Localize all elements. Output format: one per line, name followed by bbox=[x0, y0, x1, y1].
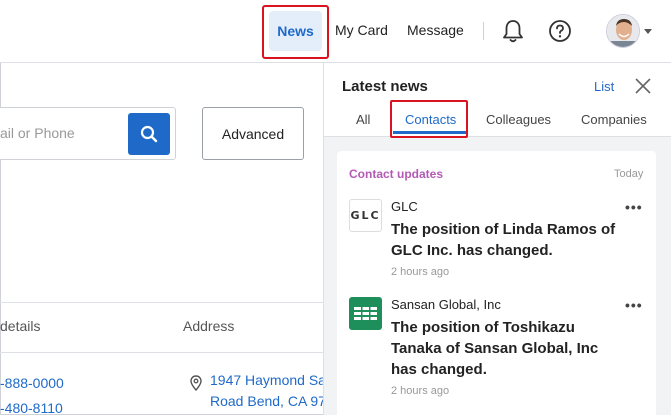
company-name[interactable]: GLC bbox=[391, 199, 418, 214]
location-pin-icon bbox=[190, 375, 202, 391]
nav-my-card[interactable]: My Card bbox=[335, 22, 388, 38]
advanced-search-button[interactable]: Advanced bbox=[202, 107, 304, 160]
tab-all[interactable]: All bbox=[356, 112, 370, 127]
contact-updates-card: Contact updates Today GLC GLC ••• The po… bbox=[337, 151, 656, 415]
chevron-down-icon[interactable] bbox=[644, 29, 652, 34]
search-icon bbox=[140, 125, 158, 143]
news-panel-header: Latest news List All Contacts Colleagues… bbox=[324, 63, 671, 137]
tab-contacts[interactable]: Contacts bbox=[405, 112, 456, 127]
tab-colleagues[interactable]: Colleagues bbox=[486, 112, 551, 127]
sansan-logo-icon bbox=[354, 307, 377, 320]
table-divider bbox=[0, 352, 323, 353]
tab-companies[interactable]: Companies bbox=[581, 112, 647, 127]
column-header-details: details bbox=[0, 318, 41, 334]
news-headline[interactable]: The position of Toshikazu Tanaka of Sans… bbox=[391, 317, 621, 380]
company-logo-sansan bbox=[349, 297, 382, 330]
column-header-address: Address bbox=[183, 318, 235, 334]
company-name[interactable]: Sansan Global, Inc bbox=[391, 297, 501, 312]
nav-divider bbox=[483, 22, 484, 40]
more-icon[interactable]: ••• bbox=[625, 199, 643, 215]
close-icon[interactable] bbox=[634, 77, 652, 95]
help-icon[interactable] bbox=[548, 19, 572, 43]
news-time: 2 hours ago bbox=[391, 266, 450, 278]
bell-icon[interactable] bbox=[501, 18, 525, 44]
section-title: Contact updates bbox=[349, 167, 444, 181]
table-divider bbox=[0, 302, 323, 303]
address-link[interactable]: Road Bend, CA 97 bbox=[210, 393, 323, 409]
address-link[interactable]: 1947 Haymond Sa bbox=[210, 372, 323, 388]
list-link[interactable]: List bbox=[594, 79, 614, 94]
active-tab-indicator bbox=[393, 131, 467, 134]
search-placeholder: ail or Phone bbox=[0, 125, 75, 141]
phone-link[interactable]: -480-8110 bbox=[0, 400, 63, 415]
phone-link[interactable]: -888-0000 bbox=[0, 375, 64, 391]
nav-message[interactable]: Message bbox=[407, 22, 464, 38]
avatar[interactable] bbox=[606, 14, 640, 48]
company-logo-glc: GLC bbox=[349, 199, 382, 232]
nav-news[interactable]: News bbox=[269, 11, 322, 51]
panel-title: Latest news bbox=[342, 78, 428, 95]
news-headline[interactable]: The position of Linda Ramos of GLC Inc. … bbox=[391, 219, 621, 261]
more-icon[interactable]: ••• bbox=[625, 297, 643, 313]
section-date: Today bbox=[614, 168, 644, 180]
search-button[interactable] bbox=[128, 113, 170, 155]
news-time: 2 hours ago bbox=[391, 385, 450, 397]
